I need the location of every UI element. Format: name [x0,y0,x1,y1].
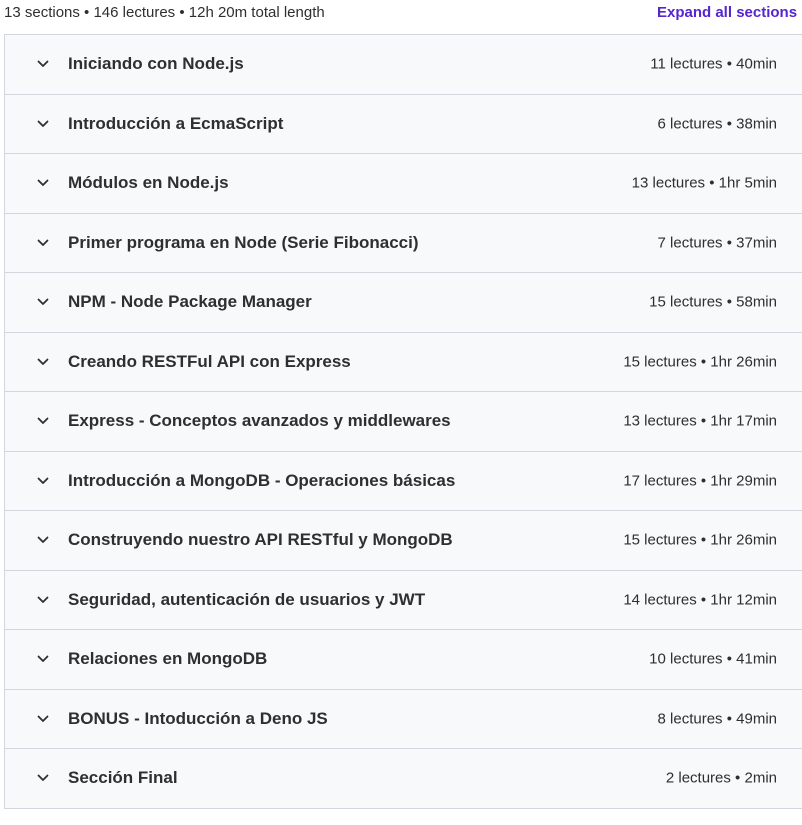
section-header[interactable]: Construyendo nuestro API RESTful y Mongo… [5,511,802,571]
chevron-down-icon [37,298,49,306]
section-title: Express - Conceptos avanzados y middlewa… [68,411,451,431]
section-header[interactable]: Creando RESTFul API con Express 15 lectu… [5,332,802,392]
section-header[interactable]: BONUS - Intoducción a Deno JS 8 lectures… [5,689,802,749]
section-header[interactable]: Introducción a MongoDB - Operaciones bás… [5,451,802,511]
section-title: Seguridad, autenticación de usuarios y J… [68,589,426,609]
section-content-length: 6 lectures • 38min [657,115,777,133]
chevron-down-icon [37,715,49,722]
chevron-down-icon [37,358,49,365]
chevron-down-icon [37,60,49,68]
section-content-length: 13 lectures • 1hr 17min [623,412,777,430]
section-content-length: 15 lectures • 58min [649,293,777,311]
section-content-length: 15 lectures • 1hr 26min [623,353,777,371]
section-content-length: 15 lectures • 1hr 26min [623,531,777,549]
section-header[interactable]: Introducción a EcmaScript 6 lectures • 3… [5,94,802,154]
section-title: Primer programa en Node (Serie Fibonacci… [68,232,419,252]
section-content-length: 2 lectures • 2min [665,769,777,787]
section-content-length: 14 lectures • 1hr 12min [623,591,777,609]
chevron-down-icon [37,179,49,187]
chevron-down-icon [37,417,49,425]
section-header[interactable]: NPM - Node Package Manager 15 lectures •… [5,273,802,333]
section-list: Iniciando con Node.js 11 lectures • 40mi… [4,34,802,809]
section-title: Sección Final [68,768,178,788]
section-header[interactable]: Iniciando con Node.js 11 lectures • 40mi… [5,35,802,95]
chevron-down-icon [37,239,49,246]
section-header[interactable]: Relaciones en MongoDB 10 lectures • 41mi… [5,630,802,690]
chevron-down-icon [37,596,49,603]
section-content-length: 7 lectures • 37min [657,234,777,252]
chevron-down-icon [37,536,49,544]
section-header[interactable]: Seguridad, autenticación de usuarios y J… [5,570,802,630]
section-header[interactable]: Módulos en Node.js 13 lectures • 1hr 5mi… [5,154,802,214]
section-title: Construyendo nuestro API RESTful y Mongo… [68,530,453,550]
section-title: Iniciando con Node.js [68,54,244,74]
chevron-down-icon [37,477,49,484]
chevron-down-icon [37,120,49,127]
section-content-length: 10 lectures • 41min [649,650,777,668]
expand-all-sections-button[interactable]: Expand all sections [657,4,797,22]
chevron-down-icon [37,655,49,663]
section-header[interactable]: Sección Final 2 lectures • 2min [5,749,802,809]
section-title: NPM - Node Package Manager [68,292,312,312]
section-title: Introducción a MongoDB - Operaciones bás… [68,470,456,490]
curriculum-summary: 13 sections • 146 lectures • 12h 20m tot… [4,4,325,21]
section-title: Introducción a EcmaScript [68,113,284,133]
section-content-length: 13 lectures • 1hr 5min [631,174,777,192]
chevron-down-icon [37,774,49,782]
section-title: BONUS - Intoducción a Deno JS [68,708,328,728]
section-content-length: 11 lectures • 40min [650,55,777,73]
section-title: Creando RESTFul API con Express [68,351,351,371]
section-title: Relaciones en MongoDB [68,649,268,669]
section-header[interactable]: Express - Conceptos avanzados y middlewa… [5,392,802,452]
section-header[interactable]: Primer programa en Node (Serie Fibonacci… [5,213,802,273]
section-title: Módulos en Node.js [68,173,229,193]
curriculum-header: 13 sections • 146 lectures • 12h 20m tot… [0,0,802,34]
section-content-length: 17 lectures • 1hr 29min [623,472,777,490]
section-content-length: 8 lectures • 49min [657,710,777,728]
